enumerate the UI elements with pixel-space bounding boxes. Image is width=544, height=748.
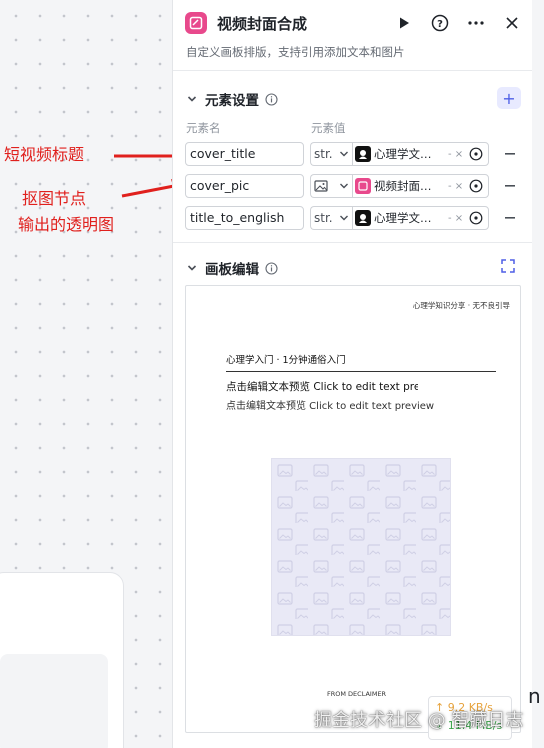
element-value-ref[interactable]: 心理学文… - × xyxy=(352,142,489,166)
image-placeholder-pattern xyxy=(272,459,450,635)
add-element-button[interactable]: + xyxy=(497,87,521,109)
watermark-text: 掘金技术社区 @ 智藏日志 xyxy=(314,710,524,731)
avatar-icon xyxy=(355,210,371,226)
board-heading[interactable]: 心理学入门 · 1分钟通俗入门 xyxy=(226,352,346,366)
image-icon xyxy=(314,180,328,192)
remove-row-icon[interactable] xyxy=(503,206,517,230)
element-name-input[interactable]: title_to_english xyxy=(185,206,304,230)
avatar-icon xyxy=(355,146,371,162)
type-label: str. xyxy=(314,147,333,161)
value-ref-clear[interactable]: - × xyxy=(448,213,463,224)
panel-subtitle: 自定义画板排版，支持引用添加文本和图片 xyxy=(186,45,405,59)
stray-text: n xyxy=(528,684,541,708)
value-ref-label: 视频封面… xyxy=(374,179,432,193)
board-rule xyxy=(226,371,496,372)
target-icon[interactable] xyxy=(469,211,483,225)
annotation-title: 短视频标题 xyxy=(4,145,85,164)
element-row: cover_pic 视频封面… - × xyxy=(185,174,521,198)
info-icon[interactable] xyxy=(265,92,278,106)
chevron-down-icon xyxy=(340,183,348,189)
board-footer[interactable]: FROM DECLAIMER xyxy=(327,690,386,698)
value-ref-clear[interactable]: - × xyxy=(448,181,463,192)
chevron-down-icon[interactable] xyxy=(187,94,197,104)
element-row: title_to_english str. 心理学文… - × xyxy=(185,206,521,230)
board-section-header[interactable]: 画板编辑 xyxy=(187,258,278,278)
remove-row-icon[interactable] xyxy=(503,174,517,198)
value-ref-label: 心理学文… xyxy=(374,211,432,225)
right-canvas-edge xyxy=(532,0,544,748)
column-header-value: 元素值 xyxy=(311,121,346,135)
board-image-placeholder[interactable] xyxy=(271,458,451,636)
chevron-down-icon xyxy=(340,215,348,221)
panel-header: 视频封面合成 ? xyxy=(185,8,521,38)
svg-text:?: ? xyxy=(437,19,443,30)
board-text-1[interactable]: 点击编辑文本预览 Click to edit text previ xyxy=(226,379,418,394)
pink-app-icon xyxy=(355,178,371,194)
element-name-input[interactable]: cover_pic xyxy=(185,174,304,198)
element-name-input[interactable]: cover_title xyxy=(185,142,304,166)
board-text-2[interactable]: 点击编辑文本预览 Click to edit text preview xyxy=(226,397,434,412)
element-row: cover_title str. 心理学文… - × xyxy=(185,142,521,166)
chevron-down-icon[interactable] xyxy=(187,263,197,273)
value-ref-clear[interactable]: - × xyxy=(448,149,463,160)
play-icon[interactable] xyxy=(395,14,413,32)
more-icon[interactable] xyxy=(467,14,485,32)
element-value-ref[interactable]: 视频封面… - × xyxy=(352,174,489,198)
column-header-name: 元素名 xyxy=(186,121,221,135)
info-icon[interactable] xyxy=(265,261,278,275)
elements-section-header[interactable]: 元素设置 xyxy=(187,89,278,109)
annotation-matting-2: 输出的透明图 xyxy=(18,215,115,234)
fullscreen-icon[interactable] xyxy=(501,259,515,273)
target-icon[interactable] xyxy=(469,147,483,161)
help-icon[interactable]: ? xyxy=(431,14,449,32)
board-section-title: 画板编辑 xyxy=(205,262,259,278)
element-value-ref[interactable]: 心理学文… - × xyxy=(352,206,489,230)
board-top-right-text[interactable]: 心理学知识分享 · 无不良引导 xyxy=(413,300,510,311)
cover-composer-app-icon xyxy=(185,12,207,34)
close-icon[interactable] xyxy=(503,14,521,32)
divider xyxy=(173,242,533,243)
element-type-select[interactable]: str. xyxy=(310,206,352,230)
panel-title: 视频封面合成 xyxy=(217,14,308,33)
target-icon[interactable] xyxy=(469,179,483,193)
node-config-panel: 视频封面合成 ? 自定义画板排版，支持引用添加文本和图片 元素设置 + 元素名 … xyxy=(172,0,533,748)
element-type-select[interactable]: str. xyxy=(310,142,352,166)
board-canvas[interactable]: 心理学知识分享 · 无不良引导 心理学入门 · 1分钟通俗入门 点击编辑文本预览… xyxy=(185,285,521,733)
elements-section-title: 元素设置 xyxy=(205,93,259,109)
annotation-matting-1: 抠图节点 xyxy=(22,189,87,208)
type-label: str. xyxy=(314,211,333,225)
value-ref-label: 心理学文… xyxy=(374,147,432,161)
element-type-select[interactable] xyxy=(310,174,352,198)
remove-row-icon[interactable] xyxy=(503,142,517,166)
workflow-node-body xyxy=(0,654,108,748)
divider xyxy=(173,70,533,71)
chevron-down-icon xyxy=(340,151,348,157)
